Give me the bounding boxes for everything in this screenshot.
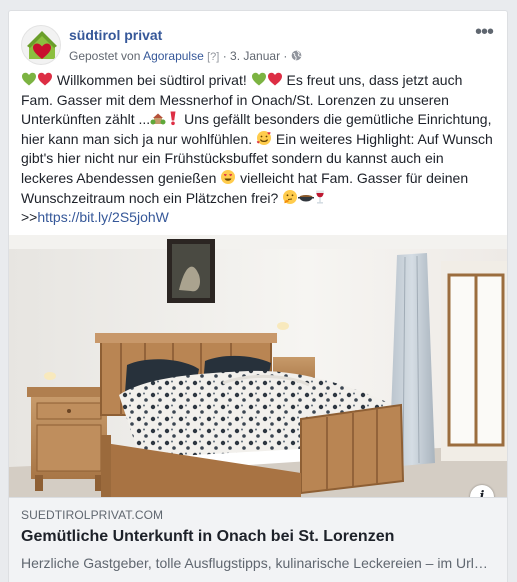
bedroom-photo <box>9 235 507 497</box>
shortlink[interactable]: https://bit.ly/2S5johW <box>37 209 169 225</box>
more-options-button[interactable]: ••• <box>475 22 495 43</box>
link-preview-caption[interactable]: SUEDTIROLPRIVAT.COM Gemütliche Unterkunf… <box>9 497 507 582</box>
post-header: südtirol privat Gepostet von Agorapulse … <box>21 22 495 65</box>
post-meta: Gepostet von Agorapulse [?] · 3. Januar … <box>69 49 302 63</box>
post-date[interactable]: 3. Januar <box>230 49 280 63</box>
link-prefix: >> <box>21 209 38 226</box>
heart-eyes-icon <box>221 169 236 184</box>
house-heart-logo <box>27 31 57 59</box>
meta-separator: · <box>219 49 231 63</box>
page-name[interactable]: südtirol privat <box>69 27 162 43</box>
smiling-hearts-face-icon <box>256 130 272 145</box>
page-avatar[interactable] <box>21 25 61 65</box>
help-marker[interactable]: [?] <box>207 51 219 63</box>
posted-by-link[interactable]: Agorapulse <box>143 49 204 63</box>
cooking-pot-icon <box>298 194 315 202</box>
link-title[interactable]: Gemütliche Unterkunft in Onach bei St. L… <box>21 528 394 546</box>
wine-glass-icon <box>316 190 325 204</box>
exclamation-icon <box>170 111 176 126</box>
meta-separator-2: · <box>280 49 291 63</box>
posted-prefix: Gepostet von <box>69 49 144 63</box>
red-heart-icon <box>267 72 282 86</box>
link-preview-image[interactable] <box>9 235 507 497</box>
house-garden-icon <box>150 113 166 125</box>
thinking-face-icon <box>283 189 298 204</box>
post-card: südtirol privat Gepostet von Agorapulse … <box>8 10 508 582</box>
green-heart-icon <box>251 72 266 86</box>
globe-icon[interactable] <box>291 50 302 61</box>
link-description: Herzliche Gastgeber, tolle Ausflugstipps… <box>21 555 491 571</box>
green-heart-icon <box>22 72 36 86</box>
text-part-1: Willkommen bei südtirol privat! <box>53 72 251 88</box>
red-heart-icon <box>38 72 52 86</box>
post-text: Willkommen bei südtirol privat! Es freut… <box>21 71 497 228</box>
link-domain: SUEDTIROLPRIVAT.COM <box>21 508 164 522</box>
